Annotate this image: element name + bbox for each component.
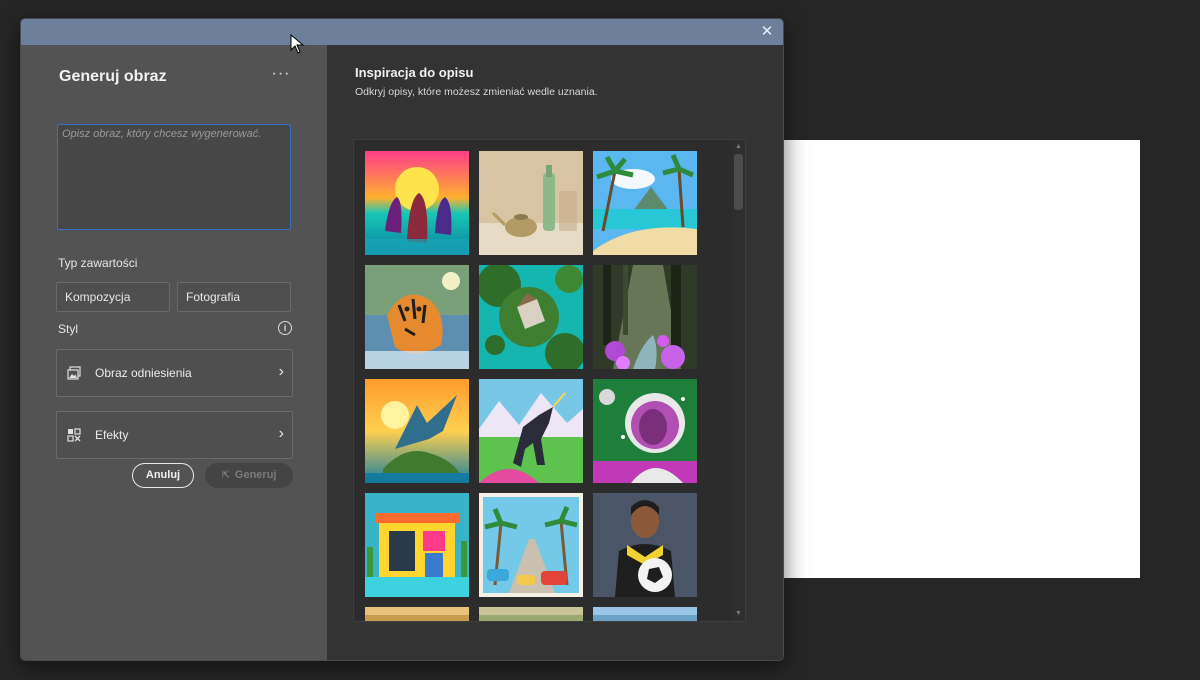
generate-panel: Generuj obraz ··· Typ zawartości Kompozy…	[21, 45, 327, 660]
generate-image-dialog: ✕ Generuj obraz ··· Typ zawartości Kompo…	[20, 18, 784, 661]
generate-button[interactable]: ⇱ Generuj	[205, 463, 293, 488]
scroll-down-icon[interactable]: ▼	[732, 608, 745, 620]
partial-thumbnail[interactable]	[479, 607, 583, 622]
cancel-button[interactable]: Anuluj	[132, 463, 194, 488]
partial-thumbnail[interactable]	[365, 607, 469, 622]
chevron-right-icon: ›	[278, 425, 284, 442]
mouse-cursor-icon	[290, 34, 305, 54]
tropical-beach-thumbnail[interactable]	[593, 151, 697, 255]
forest-stream-thumbnail[interactable]	[593, 265, 697, 369]
document-canvas	[780, 140, 1140, 578]
style-label: Styl	[58, 322, 79, 336]
panel-title: Generuj obraz	[59, 68, 167, 85]
dragon-island-thumbnail[interactable]	[365, 379, 469, 483]
content-type-label: Typ zawartości	[58, 256, 138, 270]
content-type-composition-button[interactable]: Kompozycja	[56, 282, 170, 312]
tiger-river-thumbnail[interactable]	[365, 265, 469, 369]
more-options-icon[interactable]: ···	[269, 63, 293, 87]
teapot-bottle-thumbnail[interactable]	[479, 151, 583, 255]
inspiration-subtitle: Odkryj opisy, które możesz zmieniać wedl…	[355, 86, 598, 98]
horses-sunset-thumbnail[interactable]	[365, 151, 469, 255]
scrollbar-thumb[interactable]	[734, 154, 743, 210]
info-icon[interactable]: i	[278, 321, 292, 335]
effects-icon	[67, 428, 81, 442]
reference-image-label: Obraz odniesienia	[95, 366, 192, 380]
colorful-house-thumbnail[interactable]	[365, 493, 469, 597]
partial-thumbnail[interactable]	[593, 607, 697, 622]
generate-label: Generuj	[234, 469, 277, 481]
soccer-player-thumbnail[interactable]	[593, 493, 697, 597]
unicorn-mountains-thumbnail[interactable]	[479, 379, 583, 483]
reference-image-option[interactable]: Obraz odniesienia ›	[56, 349, 293, 397]
close-icon[interactable]: ✕	[757, 22, 777, 42]
inspiration-title: Inspiracja do opisu	[355, 65, 474, 80]
palm-street-cars-thumbnail[interactable]	[479, 493, 583, 597]
content-type-photo-button[interactable]: Fotografia	[177, 282, 291, 312]
prompt-input[interactable]	[57, 124, 291, 230]
scroll-up-icon[interactable]: ▲	[732, 141, 745, 153]
inspiration-panel: Inspiracja do opisu Odkryj opisy, które …	[327, 45, 783, 660]
inspiration-gallery: ▲ ▼	[353, 139, 746, 622]
effects-label: Efekty	[95, 428, 129, 442]
dialog-titlebar[interactable]: ✕	[21, 19, 783, 45]
effects-option[interactable]: Efekty ›	[56, 411, 293, 459]
chevron-right-icon: ›	[278, 363, 284, 380]
reference-image-icon	[67, 366, 81, 380]
gallery-scrollbar[interactable]: ▲ ▼	[732, 140, 745, 621]
treehouse-island-thumbnail[interactable]	[479, 265, 583, 369]
astronaut-portrait-thumbnail[interactable]	[593, 379, 697, 483]
generate-icon: ⇱	[221, 470, 230, 481]
